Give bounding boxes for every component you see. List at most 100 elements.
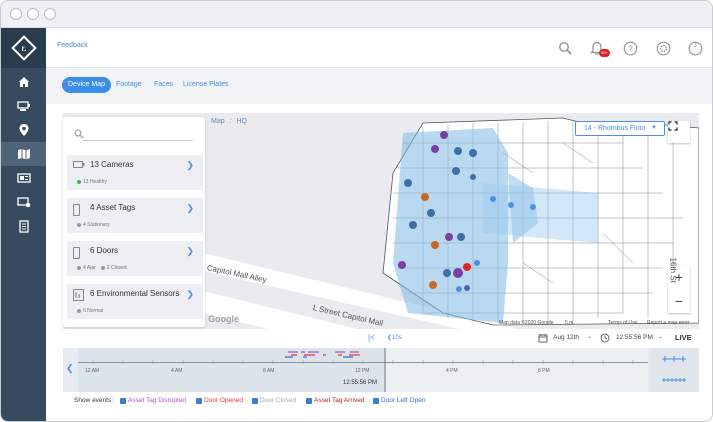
live-button[interactable]: LIVE (675, 333, 692, 342)
chevron-right-icon: ❯ (186, 289, 194, 299)
sidebar-item-recorders[interactable] (1, 166, 46, 190)
top-bar: Feedback 99+ ? J (46, 28, 712, 68)
location-pin-icon (19, 124, 28, 136)
report-map-error-link[interactable]: Report a map error (647, 320, 689, 326)
chevron-right-icon: ❯ (186, 203, 194, 213)
map-attribution: Map data ©2020 Google (499, 320, 554, 326)
map-breadcrumb-root[interactable]: Map (211, 118, 225, 125)
logo-letter: r. (21, 43, 26, 53)
device-settings-icon (16, 197, 30, 208)
device-card-title: 6 Doors (90, 246, 119, 255)
device-card-asset-tags[interactable]: 4 Asset Tags ❯ 4 Stationary (67, 198, 203, 233)
asset-tag-icon (73, 204, 80, 216)
timeline-tick-label: 12 PM (355, 368, 370, 374)
settings-button[interactable] (653, 38, 673, 58)
map-scale: 5 m (565, 320, 574, 326)
checkbox-icon (120, 397, 126, 404)
timeline[interactable]: ❮ 12 AM 4 AM 8 AM 12 PM 4 PM 8 PM 12:55:… (63, 348, 699, 392)
door-icon (73, 247, 80, 259)
notification-badge: 99+ (599, 49, 610, 57)
avatar[interactable]: J (685, 38, 705, 58)
device-card-doors[interactable]: 6 Doors ❯ 4 Ajar 2 Closed (67, 241, 203, 276)
window-dot-minimize[interactable] (27, 8, 39, 20)
chevron-right-icon: ❯ (186, 160, 194, 170)
document-icon (18, 219, 29, 233)
checkbox-icon (196, 397, 202, 404)
google-logo: Google (208, 314, 239, 324)
zoom-out-button[interactable]: − (668, 289, 690, 313)
terms-link[interactable]: Terms of Use (608, 320, 637, 326)
tab-license-plates[interactable]: License Plates (183, 77, 229, 93)
chevron-down-icon[interactable]: ⌄ (587, 333, 592, 340)
device-card-cameras[interactable]: 13 Cameras ❯ 13 Healthy (67, 155, 203, 190)
chevron-down-icon[interactable]: ⌄ (658, 333, 663, 340)
floor-select[interactable]: 14 - Rhombus Floor ▼ (575, 121, 665, 136)
sidebar-item-locations[interactable] (1, 118, 46, 142)
avatar-initial: J (693, 42, 697, 49)
search-icon (74, 129, 84, 139)
map-breadcrumb-site[interactable]: HQ (236, 118, 247, 125)
notifications-button[interactable]: 99+ (587, 38, 610, 58)
time-select[interactable]: 12:55:56 PM (616, 334, 653, 341)
sidebar-item-map[interactable] (1, 142, 46, 166)
search-underline (83, 140, 193, 141)
fullscreen-icon (668, 121, 678, 131)
app-window: r. Feedback 99+ ? J Device Map Footage F… (0, 0, 713, 422)
device-card-status: 4 Stationary (77, 222, 110, 228)
timeline-tick-label: 12 AM (85, 368, 100, 374)
sensor-icon (73, 289, 84, 301)
window-dot-close[interactable] (10, 8, 22, 20)
skip-to-start-button[interactable]: |< (368, 333, 375, 342)
timeline-tick-label: 8 PM (538, 368, 550, 374)
checkbox-icon (306, 397, 312, 404)
fullscreen-button[interactable] (668, 121, 690, 143)
search-button[interactable] (555, 38, 575, 58)
device-card-environmental-sensors[interactable]: 6 Environmental Sensors ❯ 6 Normal (67, 284, 203, 319)
sidebar-item-devices[interactable] (1, 190, 46, 214)
filter-asset-tag-disrupted[interactable]: Asset Tag Disrupted (120, 397, 186, 404)
search-icon (559, 42, 572, 55)
rewind-10s-button[interactable]: ❮10s (387, 334, 402, 341)
chevron-right-icon: ❯ (186, 246, 194, 256)
feedback-link[interactable]: Feedback (57, 42, 88, 49)
device-card-title: 6 Environmental Sensors (90, 289, 180, 298)
calendar-icon (538, 334, 548, 343)
tab-faces[interactable]: Faces (154, 77, 173, 93)
sidebar-item-home[interactable] (1, 70, 46, 94)
checkbox-icon (252, 397, 258, 404)
device-panel: 13 Cameras ❯ 13 Healthy 4 Asset Tags ❯ 4… (63, 117, 205, 327)
filter-door-closed[interactable]: Door Closed (252, 397, 296, 404)
filter-asset-tag-arrived[interactable]: Asset Tag Arrived (306, 397, 364, 404)
chevron-down-icon: ▼ (651, 125, 657, 131)
tab-footage[interactable]: Footage (116, 77, 142, 93)
help-button[interactable]: ? (620, 38, 640, 58)
timeline-cursor-time: 12:55:56 PM (343, 380, 378, 386)
device-card-title: 13 Cameras (90, 160, 134, 169)
zoom-in-timeline-icon[interactable] (661, 354, 687, 364)
device-search-input[interactable] (86, 128, 192, 139)
timeline-tick-label: 4 AM (171, 368, 183, 374)
device-card-status: 13 Healthy (77, 179, 107, 185)
event-filters: Show events: Asset Tag Disrupted Door Op… (63, 392, 699, 410)
gear-icon (656, 41, 670, 55)
window-dot-maximize[interactable] (44, 8, 56, 20)
help-icon: ? (623, 41, 637, 55)
street-label: 16th St (668, 257, 678, 283)
sidebar-item-reports[interactable] (1, 214, 46, 238)
device-card-status: 4 Ajar 2 Closed (77, 265, 127, 271)
filter-door-left-open[interactable]: Door Left Open (373, 397, 425, 404)
clock-icon (600, 333, 610, 343)
logo[interactable]: r. (1, 28, 46, 68)
map-breadcrumb: Map : HQ (211, 118, 247, 125)
video-recorder-icon (16, 173, 31, 183)
tab-device-map[interactable]: Device Map (62, 77, 111, 93)
map-icon (17, 149, 30, 160)
zoom-out-timeline-icon[interactable] (661, 375, 687, 385)
sidebar-item-cameras[interactable] (1, 94, 46, 118)
playback-controls: |< ❮10s Aug 12th ⌄ 12:55:56 PM ⌄ LIVE (63, 329, 699, 348)
date-select[interactable]: Aug 12th (553, 334, 579, 341)
event-filters-label: Show events: (74, 397, 114, 404)
filter-door-opened[interactable]: Door Opened (196, 397, 243, 404)
svg-text:?: ? (628, 44, 633, 53)
tab-bar: Device Map Footage Faces License Plates (46, 68, 712, 104)
